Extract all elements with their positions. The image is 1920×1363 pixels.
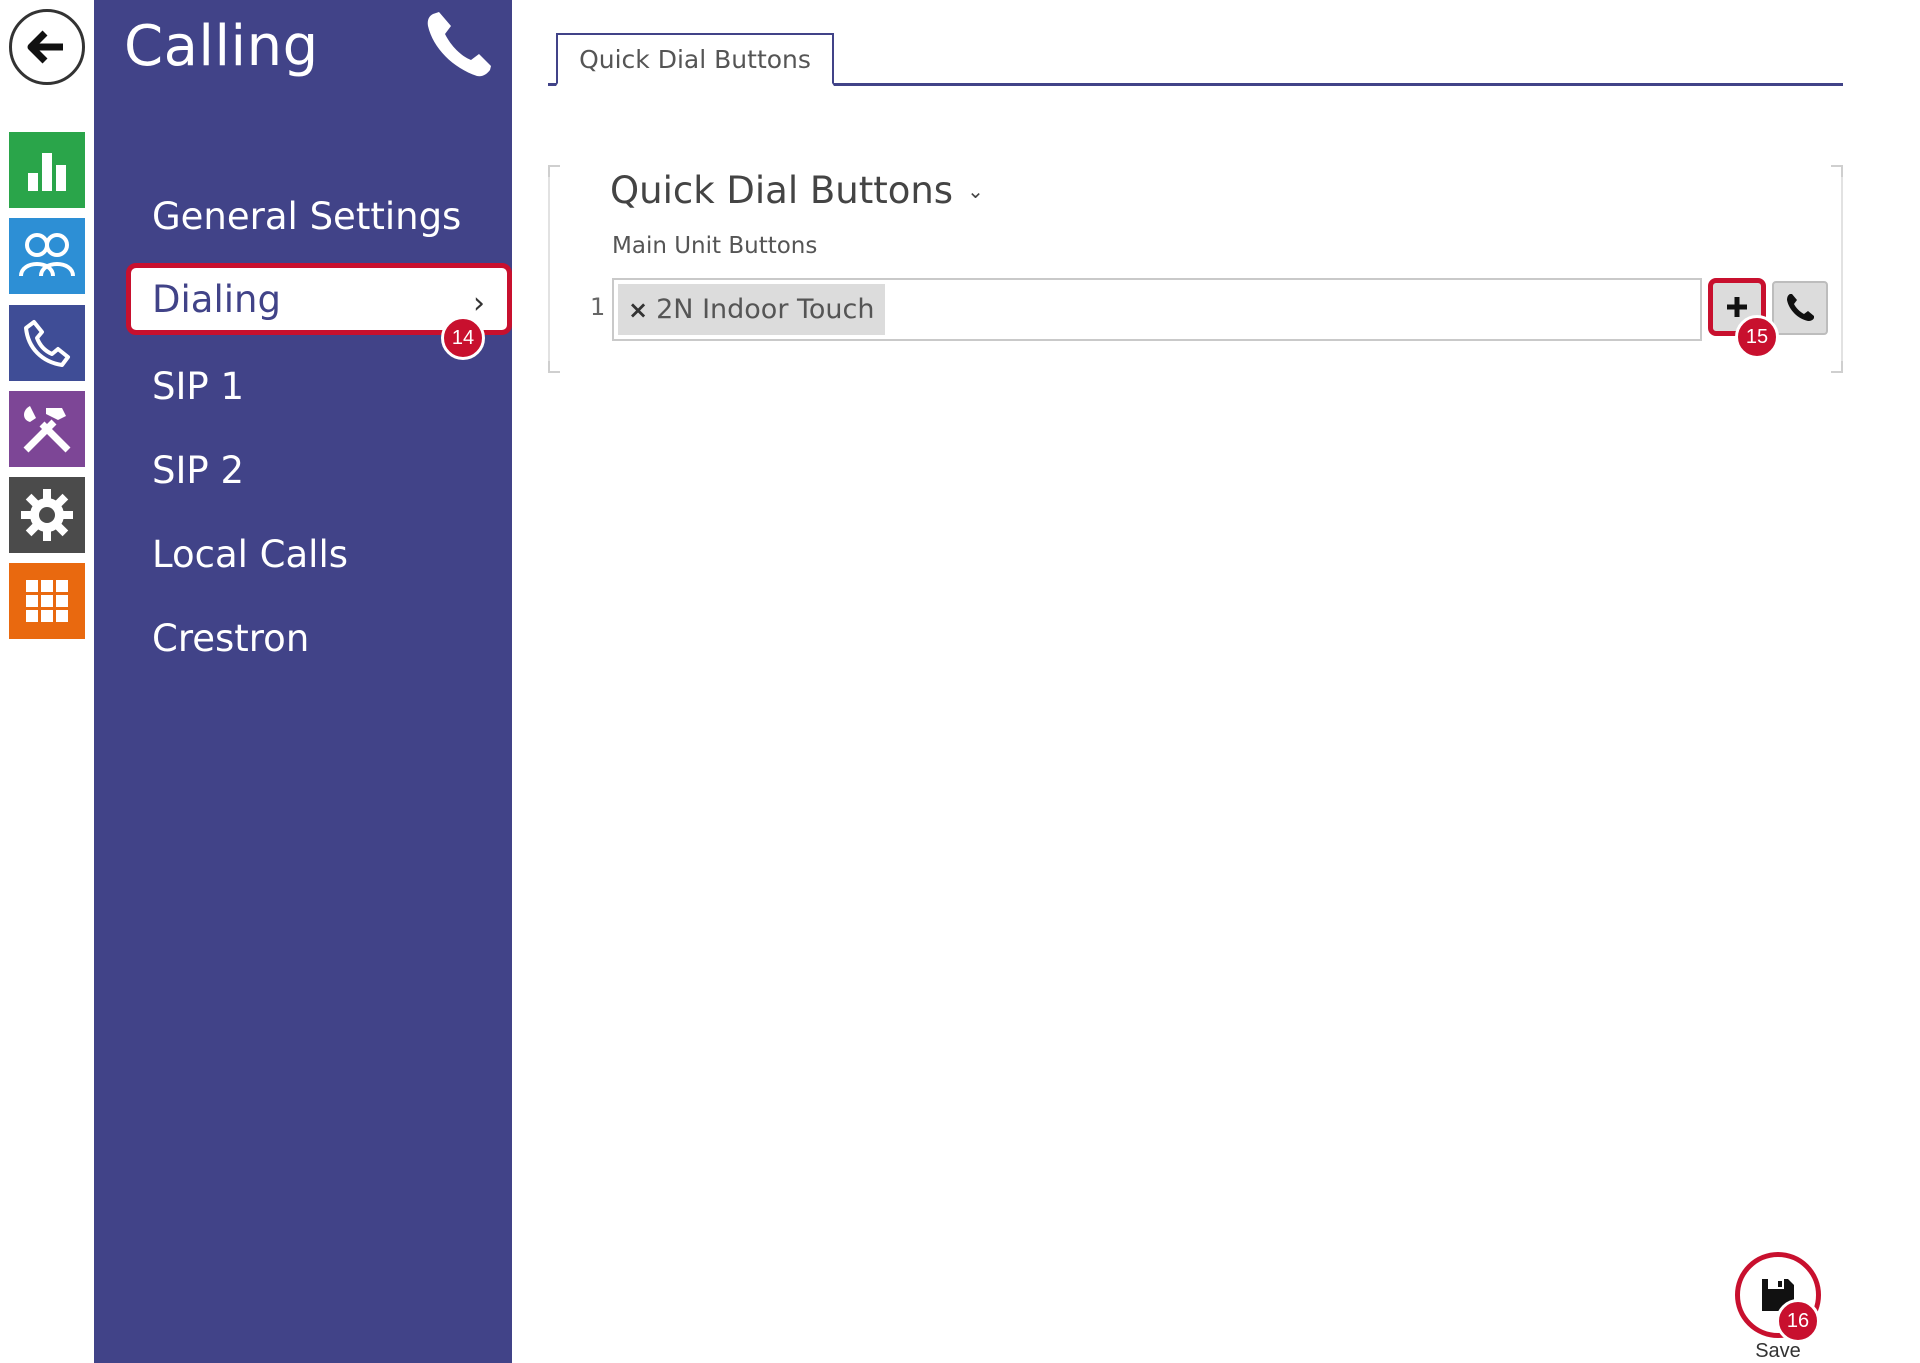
tab-quick-dial-buttons[interactable]: Quick Dial Buttons xyxy=(556,33,834,86)
row-index: 1 xyxy=(590,293,606,321)
users-icon xyxy=(19,233,75,277)
call-button[interactable] xyxy=(1772,281,1828,335)
icon-rail xyxy=(0,0,94,1363)
phone-icon xyxy=(1787,294,1814,321)
back-button[interactable] xyxy=(9,9,85,85)
callout-badge: 15 xyxy=(1735,315,1779,359)
quick-dial-section: Quick Dial Buttons ⌄ Main Unit Buttons 1… xyxy=(548,165,1843,373)
section-corner xyxy=(548,165,560,177)
main-unit-buttons-field[interactable]: × 2N Indoor Touch xyxy=(612,278,1702,341)
section-menu: Calling General Settings Dialing › SIP 1… xyxy=(94,0,512,1363)
contact-chip: × 2N Indoor Touch xyxy=(618,284,885,335)
save-label: Save xyxy=(1755,1340,1801,1362)
rail-system-button[interactable] xyxy=(9,563,85,639)
section-title: Quick Dial Buttons xyxy=(610,169,954,212)
rail-directory-button[interactable] xyxy=(9,218,85,294)
plus-icon xyxy=(1727,297,1747,317)
back-arrow-icon xyxy=(27,30,63,64)
phone-icon xyxy=(427,12,491,77)
field-label: Main Unit Buttons xyxy=(612,233,818,259)
section-corner xyxy=(1831,165,1843,177)
callout-badge: 16 xyxy=(1776,1299,1820,1343)
gear-icon xyxy=(21,489,73,541)
menu-item-local-calls[interactable]: Local Calls xyxy=(126,518,512,590)
section-border-right xyxy=(1841,165,1843,373)
rail-status-button[interactable] xyxy=(9,132,85,208)
phone-icon xyxy=(24,320,70,367)
rail-services-button[interactable] xyxy=(9,477,85,553)
chip-label: 2N Indoor Touch xyxy=(656,294,875,325)
section-corner xyxy=(1831,361,1843,373)
callout-badge: 14 xyxy=(441,316,485,360)
remove-chip-icon[interactable]: × xyxy=(628,296,648,324)
rail-calling-button[interactable] xyxy=(9,305,85,381)
section-corner xyxy=(548,361,560,373)
chevron-down-icon: ⌄ xyxy=(967,178,984,203)
rail-hardware-button[interactable] xyxy=(9,391,85,467)
menu-title: Calling xyxy=(124,14,319,79)
bar-chart-icon xyxy=(28,153,66,191)
menu-item-sip-1[interactable]: SIP 1 xyxy=(126,350,512,422)
menu-item-general-settings[interactable]: General Settings xyxy=(126,180,512,252)
grid-icon xyxy=(26,580,68,622)
menu-item-label: Dialing xyxy=(152,277,281,321)
section-border-left xyxy=(548,165,550,373)
section-header[interactable]: Quick Dial Buttons ⌄ xyxy=(610,169,984,212)
tools-icon xyxy=(23,406,71,453)
chevron-right-icon: › xyxy=(473,286,485,321)
menu-item-crestron[interactable]: Crestron xyxy=(126,602,512,674)
menu-item-sip-2[interactable]: SIP 2 xyxy=(126,434,512,506)
